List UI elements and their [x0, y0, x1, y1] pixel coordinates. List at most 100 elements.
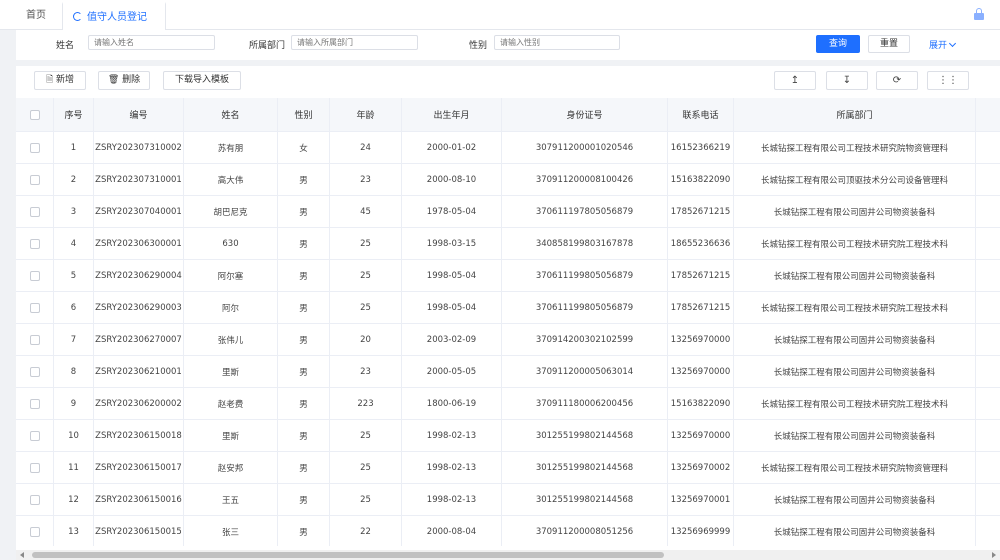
cell-phone: 13256970000	[668, 420, 734, 451]
import-icon[interactable]: ↧	[826, 71, 868, 90]
cell-index: 13	[54, 516, 94, 546]
cell-gender: 男	[278, 356, 330, 387]
cell-birth: 1998-03-15	[402, 228, 502, 259]
cell-idcard: 307911200001020546	[502, 132, 668, 163]
row-checkbox[interactable]	[29, 462, 40, 473]
row-checkbox[interactable]	[29, 238, 40, 249]
select-all-checkbox[interactable]	[29, 109, 40, 120]
table-row[interactable]: 10 ZSRY202306150018 里斯男 25 1998-02-13 3012551…	[16, 420, 1000, 452]
cell-index: 5	[54, 260, 94, 291]
main-panel: 姓名 所属部门 性别 查询 重置 展开 🗎 新增 🗑 删除 下载导入模板 ↥ ↧…	[16, 30, 1000, 560]
cell-code: ZSRY202307310002	[94, 132, 184, 163]
cell-code: ZSRY202306150018	[94, 420, 184, 451]
filter-bar: 姓名 所属部门 性别 查询 重置 展开	[16, 30, 1000, 60]
query-button[interactable]: 查询	[816, 35, 860, 53]
column-header-gender: 性别	[278, 98, 330, 131]
dept-filter-label: 所属部门	[249, 41, 286, 51]
row-checkbox[interactable]	[29, 526, 40, 537]
table-header-row: 序号 编号 姓名 性别 年龄 出生年月 身份证号 联系电话 所属部门	[16, 98, 1000, 132]
column-settings-icon[interactable]: ⋮⋮	[927, 71, 969, 90]
table-row[interactable]: 3 ZSRY202307040001 胡巴尼克男 45 1978-05-04 370611…	[16, 196, 1000, 228]
table-row[interactable]: 5 ZSRY202306290004 阿尔塞男 25 1998-05-04 3706111…	[16, 260, 1000, 292]
add-icon: 🗎	[45, 75, 57, 85]
horizontal-scrollbar[interactable]	[16, 550, 1000, 560]
cell-age: 45	[330, 196, 402, 227]
table-row[interactable]: 7 ZSRY202306270007 张伟儿男 20 2003-02-09 3709142…	[16, 324, 1000, 356]
row-checkbox[interactable]	[29, 142, 40, 153]
lock-icon[interactable]	[974, 8, 984, 20]
cell-gender: 男	[278, 164, 330, 195]
name-filter-label: 姓名	[56, 41, 75, 51]
scroll-right-icon[interactable]	[992, 552, 996, 558]
column-header-name: 姓名	[184, 98, 278, 131]
table-row[interactable]: 12 ZSRY202306150016 王五男 25 1998-02-13 3012551…	[16, 484, 1000, 516]
tab-home[interactable]: 首页	[16, 2, 56, 30]
scrollbar-thumb[interactable]	[32, 552, 664, 558]
cell-code: ZSRY202306150017	[94, 452, 184, 483]
add-button[interactable]: 🗎 新增	[34, 71, 86, 90]
cell-code: ZSRY202306270007	[94, 324, 184, 355]
download-template-button[interactable]: 下载导入模板	[163, 71, 241, 90]
cell-birth: 2000-08-04	[402, 516, 502, 546]
refresh-icon[interactable]	[73, 12, 82, 21]
cell-name: 胡巴尼克	[184, 196, 278, 227]
cell-idcard: 370914200302102599	[502, 324, 668, 355]
cell-idcard: 301255199802144568	[502, 420, 668, 451]
cell-idcard: 370611197805056879	[502, 196, 668, 227]
cell-dept: 长城钻探工程有限公司固井公司物资装备科	[734, 420, 976, 451]
cell-gender: 男	[278, 420, 330, 451]
cell-code: ZSRY202306290004	[94, 260, 184, 291]
gender-input[interactable]	[494, 35, 620, 50]
cell-birth: 2000-05-05	[402, 356, 502, 387]
cell-age: 25	[330, 292, 402, 323]
select-all-cell	[16, 98, 54, 131]
select-cell	[16, 132, 54, 163]
cell-index: 11	[54, 452, 94, 483]
row-checkbox[interactable]	[29, 398, 40, 409]
trash-icon: 🗑	[107, 75, 123, 85]
reset-button[interactable]: 重置	[868, 35, 910, 53]
cell-phone: 13256970002	[668, 452, 734, 483]
row-checkbox[interactable]	[29, 430, 40, 441]
row-checkbox[interactable]	[29, 174, 40, 185]
cell-index: 3	[54, 196, 94, 227]
delete-button[interactable]: 🗑 删除	[98, 71, 150, 90]
cell-code: ZSRY202306150015	[94, 516, 184, 546]
row-checkbox[interactable]	[29, 366, 40, 377]
cell-name: 阿尔	[184, 292, 278, 323]
select-cell	[16, 420, 54, 451]
scroll-left-icon[interactable]	[20, 552, 24, 558]
row-checkbox[interactable]	[29, 334, 40, 345]
cell-phone: 17852671215	[668, 196, 734, 227]
cell-phone: 13256970001	[668, 484, 734, 515]
table-row[interactable]: 9 ZSRY202306200002 赵老费男 223 1800-06-19 370911…	[16, 388, 1000, 420]
export-icon[interactable]: ↥	[774, 71, 816, 90]
dept-input[interactable]	[291, 35, 418, 50]
table-row[interactable]: 1 ZSRY202307310002 苏有朋女 24 2000-01-02 3079112…	[16, 132, 1000, 164]
cell-phone: 13256970000	[668, 356, 734, 387]
cell-dept: 长城钻探工程有限公司固井公司物资装备科	[734, 324, 976, 355]
cell-gender: 男	[278, 484, 330, 515]
table-row[interactable]: 6 ZSRY202306290003 阿尔男 25 1998-05-04 37061119…	[16, 292, 1000, 324]
column-header-index: 序号	[54, 98, 94, 131]
table-row[interactable]: 4 ZSRY202306300001 630 男 25 1998-03-15 3408581…	[16, 228, 1000, 260]
refresh-table-icon[interactable]: ⟳	[876, 71, 918, 90]
tab-duty-registration[interactable]: 值守人员登记×	[62, 2, 166, 51]
cell-dept: 长城钻探工程有限公司工程技术研究院物资管理科	[734, 452, 976, 483]
table-row[interactable]: 11 ZSRY202306150017 赵安邦男 25 1998-02-13 301255…	[16, 452, 1000, 484]
expand-toggle[interactable]: 展开	[929, 38, 957, 51]
row-checkbox[interactable]	[29, 270, 40, 281]
gender-filter-label: 性别	[469, 41, 488, 51]
cell-code: ZSRY202306210001	[94, 356, 184, 387]
table-row[interactable]: 8 ZSRY202306210001 里斯男 23 2000-05-05 37091120…	[16, 356, 1000, 388]
name-input[interactable]	[88, 35, 215, 50]
row-checkbox[interactable]	[29, 302, 40, 313]
row-checkbox[interactable]	[29, 206, 40, 217]
cell-age: 23	[330, 164, 402, 195]
table-row[interactable]: 2 ZSRY202307310001 高大伟男 23 2000-08-10 3709112…	[16, 164, 1000, 196]
cell-dept: 长城钻探工程有限公司固井公司物资装备科	[734, 356, 976, 387]
row-checkbox[interactable]	[29, 494, 40, 505]
table-row[interactable]: 13 ZSRY202306150015 张三男 22 2000-08-04 3709112…	[16, 516, 1000, 546]
cell-gender: 男	[278, 516, 330, 546]
select-cell	[16, 516, 54, 546]
